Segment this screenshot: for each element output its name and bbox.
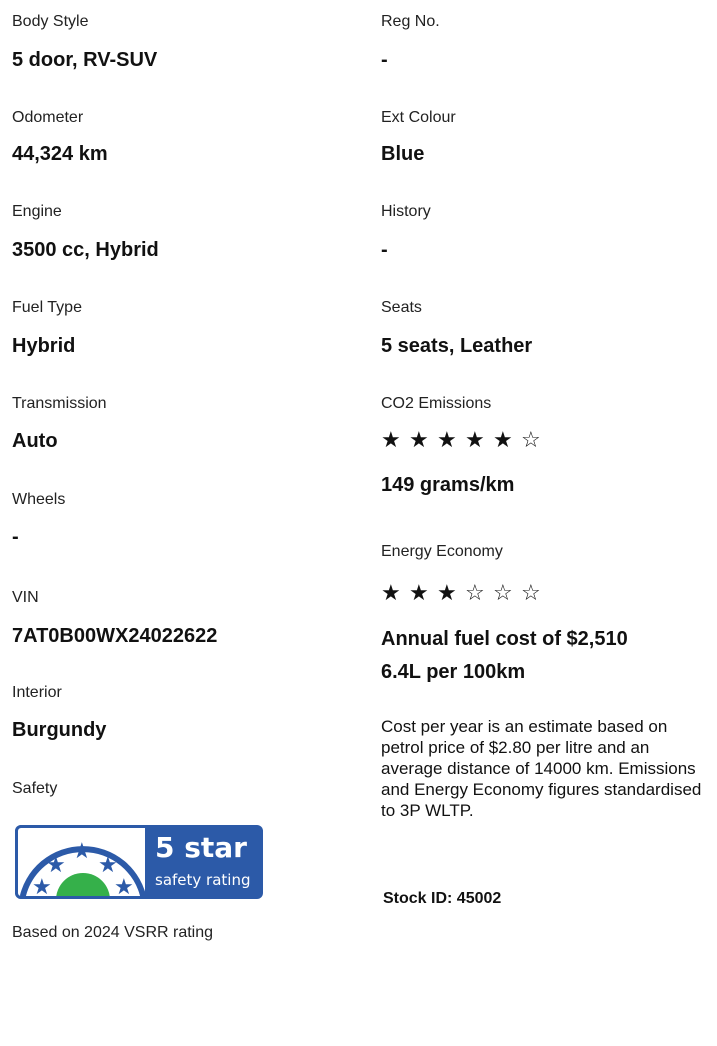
seats-label: Seats: [381, 299, 422, 316]
star-filled-icon: ★: [493, 427, 519, 452]
safety-label: Safety: [12, 780, 58, 797]
star-empty-icon: ☆: [465, 580, 491, 605]
seats-value: 5 seats, Leather: [381, 335, 533, 357]
co2-label: CO2 Emissions: [381, 395, 492, 412]
badge-subtitle: safety rating: [155, 871, 251, 889]
energy-economy-label: Energy Economy: [381, 543, 503, 560]
body-style-label: Body Style: [12, 13, 89, 30]
ext-colour-label: Ext Colour: [381, 109, 456, 126]
fuel-type-value: Hybrid: [12, 335, 76, 357]
star-empty-icon: ☆: [521, 427, 547, 452]
svg-text:★: ★: [32, 875, 52, 899]
reg-no-label: Reg No.: [381, 13, 440, 30]
vin-value: 7AT0B00WX24022622: [12, 625, 218, 647]
transmission-label: Transmission: [12, 395, 107, 412]
co2-value: 149 grams/km: [381, 474, 515, 496]
interior-label: Interior: [12, 684, 62, 701]
svg-text:★: ★: [72, 839, 92, 864]
safety-note: Based on 2024 VSRR rating: [12, 924, 214, 941]
energy-star-rating: ★ ★ ★ ☆ ☆ ☆: [381, 580, 549, 606]
interior-value: Burgundy: [12, 719, 107, 741]
ext-colour-value: Blue: [381, 143, 425, 165]
annual-fuel-cost: Annual fuel cost of $2,510: [381, 628, 628, 650]
co2-star-rating: ★ ★ ★ ★ ★ ☆: [381, 427, 549, 453]
star-filled-icon: ★: [409, 580, 435, 605]
star-filled-icon: ★: [465, 427, 491, 452]
transmission-value: Auto: [12, 430, 58, 452]
engine-value: 3500 cc, Hybrid: [12, 239, 159, 261]
fuel-type-label: Fuel Type: [12, 299, 82, 316]
wheels-label: Wheels: [12, 491, 66, 508]
star-filled-icon: ★: [409, 427, 435, 452]
star-filled-icon: ★: [381, 427, 407, 452]
safety-stars-logo: ★ ★ ★ ★ ★: [15, 825, 148, 899]
odometer-label: Odometer: [12, 109, 84, 126]
star-filled-icon: ★: [381, 580, 407, 605]
reg-no-value: -: [381, 49, 388, 71]
star-filled-icon: ★: [437, 427, 463, 452]
stock-id: Stock ID: 45002: [383, 890, 502, 907]
safety-stars-icon: ★ ★ ★ ★ ★: [19, 839, 145, 899]
svg-text:★: ★: [46, 853, 66, 878]
history-value: -: [381, 239, 388, 261]
engine-label: Engine: [12, 203, 62, 220]
history-label: History: [381, 203, 431, 220]
star-empty-icon: ☆: [493, 580, 519, 605]
svg-text:★: ★: [114, 875, 134, 899]
star-empty-icon: ☆: [521, 580, 547, 605]
wheels-value: -: [12, 526, 19, 548]
body-style-value: 5 door, RV-SUV: [12, 49, 158, 71]
cost-estimate-note: Cost per year is an estimate based on pe…: [381, 717, 702, 820]
star-filled-icon: ★: [437, 580, 463, 605]
badge-title: 5 star: [155, 831, 247, 864]
fuel-consumption: 6.4L per 100km: [381, 661, 526, 683]
vin-label: VIN: [12, 589, 39, 606]
odometer-value: 44,324 km: [12, 143, 108, 165]
safety-rating-badge: ★ ★ ★ ★ ★ 5 star safety rating: [15, 825, 263, 899]
